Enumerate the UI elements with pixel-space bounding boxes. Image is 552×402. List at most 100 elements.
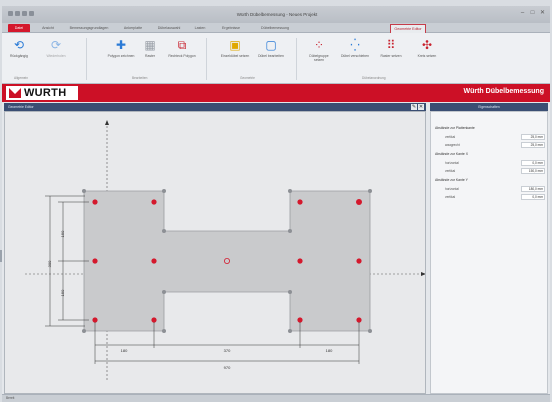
edit-anchor-icon: ▢ [265,38,277,52]
quick-access-toolbar [8,11,34,16]
grid-button[interactable]: ▦ Raster [140,39,160,58]
plate-vertex[interactable] [288,189,292,193]
canvas-header: Geometrie Editor ✎ ✕ [4,103,426,111]
dim-bottom-left: 180 [121,348,128,353]
title-bar: Würth Dübelbemessung - Neues Projekt – □… [2,6,550,23]
property-row: vertikal 0,0 mm [445,194,545,200]
property-value-field[interactable]: 180,0 mm [521,186,545,192]
plate-vertex[interactable] [162,329,166,333]
geometry-canvas[interactable]: 300 150 150 180 370 180 970 [4,111,426,394]
wurth-logo: WURTH [6,86,78,100]
plate-vertex[interactable] [368,329,372,333]
tab-geometry-editor[interactable]: Geometrie Editor [390,24,426,33]
redo-icon: ⟳ [50,38,62,52]
property-row: horizontal 180,0 mm [445,186,545,192]
set-anchor-grid-button[interactable]: ⠿ Raster setzen [376,39,406,58]
dim-left-lower: 150 [60,289,65,296]
anchor[interactable] [92,317,98,323]
plate-vertex[interactable] [82,189,86,193]
group-anchor-arrangement: Dübelanordnung [362,76,386,80]
tab-anchor-plate[interactable]: Ankerplatte [116,24,150,32]
draw-polygon-button[interactable]: ✚ Polygon zeichnen [106,39,136,58]
circle-anchors-icon: ✣ [421,38,433,52]
properties-header: Eigenschaften [430,103,548,111]
anchor[interactable] [356,258,362,264]
dim-bottom-middle: 370 [224,348,231,353]
dim-bottom-right: 180 [326,348,333,353]
dim-left-total: 300 [47,260,52,267]
property-value-field[interactable]: 25,0 mm [521,134,545,140]
tab-anchor-selection[interactable]: Dübelauswahl [152,24,186,32]
single-anchor-icon: ▣ [229,38,241,52]
close-icon[interactable]: ✕ [418,104,424,110]
anchor[interactable] [297,199,303,205]
redo-button[interactable]: ⟳ Wiederholen [38,39,74,58]
anchor[interactable] [356,317,362,323]
brand-bar: WURTH Würth Dübelbemessung [2,84,550,102]
tab-loads[interactable]: Lasten [188,24,212,32]
tab-results[interactable]: Ergebnisse [214,24,248,32]
status-text: Bereit [6,396,15,400]
plate-vertex[interactable] [368,189,372,193]
plate-vertex[interactable] [288,329,292,333]
maximize-button[interactable]: □ [529,10,536,16]
tab-anchor-design[interactable]: Dübelbemessung [250,24,300,32]
anchor-plate[interactable] [83,190,371,332]
anchor[interactable] [92,258,98,264]
anchor[interactable] [92,199,98,205]
tab-view[interactable]: Ansicht [34,24,62,32]
ribbon-separator [86,38,87,80]
tab-design-basis[interactable]: Bemessungsgrundlagen [64,24,114,32]
anchor[interactable] [356,199,362,205]
side-panel-handle[interactable] [0,250,2,262]
property-row: vertikal 150,0 mm [445,168,545,174]
undo-button[interactable]: ⟲ Rückgängig [4,39,34,58]
property-row: vertikal 25,0 mm [445,134,545,140]
property-value-field[interactable]: 25,0 mm [521,142,545,148]
plate-vertex[interactable] [162,189,166,193]
minimize-button[interactable]: – [519,10,526,16]
set-single-anchor-button[interactable]: ▣ Einzeldübel setzen [220,39,250,58]
move-anchors-button[interactable]: ⁛ Dübel verschieben [340,39,370,58]
anchor[interactable] [297,258,303,264]
geometry-drawing[interactable]: 300 150 150 180 370 180 970 [5,112,425,393]
anchor[interactable] [151,199,157,205]
x-axis-arrow [421,272,425,276]
edit-anchor-button[interactable]: ▢ Dübel bearbeiten [256,39,286,58]
tab-file[interactable]: Datei [8,24,30,32]
save-icon[interactable] [8,11,13,16]
window-title: Würth Dübelbemessung - Neues Projekt [236,12,318,17]
rectangle-polygon-button[interactable]: ⧉ Rechteck Polygon [167,39,197,58]
undo-icon[interactable] [15,11,20,16]
plate-vertex[interactable] [162,229,166,233]
anchor[interactable] [297,317,303,323]
ribbon-separator [296,38,297,80]
add-point-icon: ✚ [115,38,127,52]
move-anchors-icon: ⁛ [350,38,360,52]
plate-vertex[interactable] [288,229,292,233]
plate-vertex[interactable] [288,290,292,294]
anchor[interactable] [151,258,157,264]
plate-vertex[interactable] [162,290,166,294]
set-circle-anchors-button[interactable]: ✣ Kreis setzen [412,39,442,58]
set-anchor-group-button[interactable]: ⁘ Dübelgruppe setzen [304,39,334,62]
pin-icon[interactable]: ✎ [411,104,417,110]
property-value-field[interactable]: 0,0 mm [521,160,545,166]
polygon-icon: ⧉ [177,38,187,52]
redo-icon[interactable] [22,11,27,16]
ribbon-tabs: Datei Ansicht Bemessungsgrundlagen Anker… [2,23,550,33]
close-button[interactable]: ✕ [539,10,546,16]
property-value-field[interactable]: 0,0 mm [521,194,545,200]
properties-panel: Abstände zur Plattenkante vertikal 25,0 … [430,111,548,394]
property-row: waagrecht 25,0 mm [445,142,545,148]
dropdown-icon[interactable] [29,11,34,16]
section-edge-y: Abstände zur Kante Y [435,178,468,182]
ribbon-separator [206,38,207,80]
group-edit: Bearbeiten [132,76,148,80]
app-window: Würth Dübelbemessung - Neues Projekt – □… [2,6,550,402]
anchor[interactable] [151,317,157,323]
plate-vertex[interactable] [82,329,86,333]
group-geometry: Geometrie [240,76,255,80]
property-value-field[interactable]: 150,0 mm [521,168,545,174]
dim-bottom-total: 970 [224,365,231,370]
